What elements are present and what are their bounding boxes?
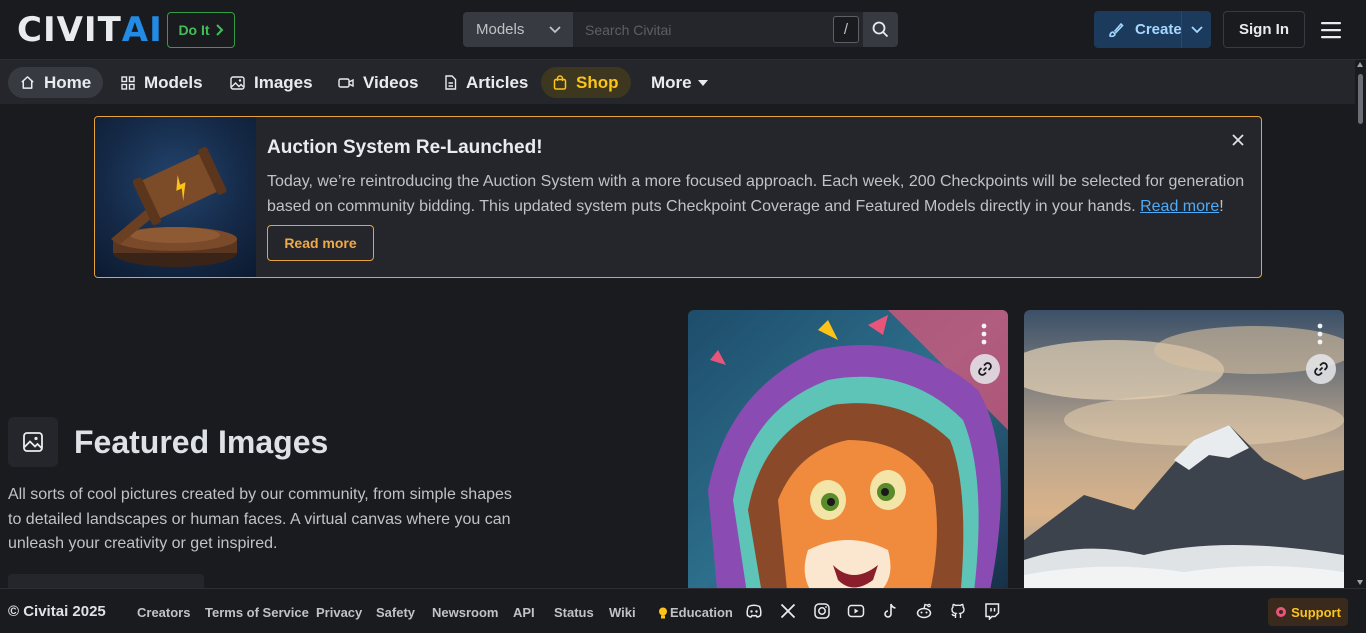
- footer-link-education[interactable]: Education: [658, 605, 733, 620]
- support-button[interactable]: Support: [1268, 598, 1348, 626]
- page-footer: © Civitai 2025 Creators Terms of Service…: [0, 588, 1366, 633]
- grid-icon: [121, 75, 135, 90]
- logo-text-ai: AI: [121, 10, 163, 50]
- nav-shop-label: Shop: [576, 72, 619, 92]
- github-icon[interactable]: [949, 602, 967, 620]
- footer-link-wiki[interactable]: Wiki: [609, 605, 636, 620]
- reddit-icon[interactable]: [915, 602, 933, 620]
- instagram-icon[interactable]: [813, 602, 831, 620]
- chevron-down-icon: [1190, 25, 1203, 33]
- nav-videos[interactable]: Videos: [326, 67, 430, 98]
- footer-link-terms[interactable]: Terms of Service: [205, 605, 309, 620]
- featured-image-card[interactable]: [688, 310, 1008, 600]
- lightbulb-icon: [659, 607, 667, 618]
- twitch-icon[interactable]: [983, 602, 1001, 620]
- youtube-icon[interactable]: [847, 602, 865, 620]
- chevron-right-icon: [215, 24, 223, 36]
- image-icon: [23, 432, 43, 452]
- create-label: Create: [1135, 21, 1182, 38]
- top-header: CIVITAI Do It Models / Create Sign In: [0, 0, 1366, 60]
- card-link-button[interactable]: [1306, 354, 1336, 384]
- x-icon[interactable]: [779, 602, 797, 620]
- civitai-logo[interactable]: CIVIT AI: [17, 10, 163, 50]
- scroll-thumb[interactable]: [1358, 74, 1363, 124]
- footer-link-safety[interactable]: Safety: [376, 605, 415, 620]
- chevron-down-icon: [549, 25, 561, 33]
- anime-cat-image: [688, 310, 1008, 600]
- video-icon: [338, 77, 354, 88]
- footer-link-status[interactable]: Status: [554, 605, 594, 620]
- scroll-down-arrow-icon[interactable]: [1357, 580, 1363, 585]
- search-input[interactable]: [573, 12, 863, 47]
- banner-read-more-link[interactable]: Read more: [1140, 198, 1219, 215]
- create-dropdown-toggle[interactable]: [1181, 11, 1211, 48]
- nav-videos-label: Videos: [363, 72, 419, 92]
- nav-more[interactable]: More: [639, 67, 720, 98]
- card-link-button[interactable]: [970, 354, 1000, 384]
- search-bar: Models /: [463, 12, 898, 47]
- scroll-up-arrow-icon[interactable]: [1357, 62, 1363, 67]
- logo-text-civit: CIVIT: [17, 10, 122, 50]
- footer-link-privacy[interactable]: Privacy: [316, 605, 362, 620]
- do-it-label: Do It: [178, 22, 210, 38]
- search-shortcut-key: /: [833, 16, 859, 43]
- brush-icon: [1109, 22, 1124, 37]
- shopping-bag-icon: [553, 75, 567, 90]
- nav-home[interactable]: Home: [8, 67, 104, 98]
- create-button[interactable]: Create: [1094, 11, 1211, 48]
- footer-education-label: Education: [670, 605, 733, 620]
- nav-home-label: Home: [44, 72, 92, 92]
- banner-title: Auction System Re-Launched!: [267, 137, 543, 158]
- discord-icon[interactable]: [745, 602, 763, 620]
- search-scope-select[interactable]: Models: [463, 12, 573, 47]
- featured-images-description: All sorts of cool pictures created by ou…: [8, 486, 512, 552]
- footer-link-creators[interactable]: Creators: [137, 605, 190, 620]
- do-it-button[interactable]: Do It: [167, 12, 235, 48]
- nav-articles-label: Articles: [466, 72, 529, 92]
- card-menu-dots-icon[interactable]: [976, 322, 992, 346]
- featured-images-title: Featured Images: [74, 424, 329, 460]
- footer-link-newsroom[interactable]: Newsroom: [432, 605, 498, 620]
- search-scope-value: Models: [476, 21, 525, 38]
- banner-text: Today, we’re reintroducing the Auction S…: [267, 169, 1252, 219]
- link-icon: [978, 362, 992, 376]
- featured-image-card[interactable]: [1024, 310, 1344, 600]
- nav-shop[interactable]: Shop: [541, 67, 631, 98]
- nav-images-label: Images: [254, 72, 313, 92]
- card-menu-dots-icon[interactable]: [1312, 322, 1328, 346]
- nav-articles[interactable]: Articles: [432, 67, 540, 98]
- banner-read-more-button[interactable]: Read more: [267, 225, 374, 261]
- close-icon[interactable]: [1228, 130, 1248, 150]
- search-icon: [872, 21, 889, 38]
- footer-link-api[interactable]: API: [513, 605, 535, 620]
- tiktok-icon[interactable]: [881, 602, 899, 620]
- gavel-illustration: [95, 117, 256, 277]
- auction-announcement-banner: Auction System Re-Launched! Today, we’re…: [94, 116, 1262, 278]
- hamburger-menu-icon[interactable]: [1320, 21, 1342, 39]
- nav-more-label: More: [651, 72, 692, 92]
- home-icon: [21, 76, 34, 89]
- page-scrollbar[interactable]: [1355, 60, 1366, 588]
- featured-images-icon-box: [8, 417, 58, 467]
- nav-models[interactable]: Models: [109, 67, 215, 98]
- nav-images[interactable]: Images: [218, 67, 325, 98]
- sign-in-button[interactable]: Sign In: [1223, 11, 1305, 48]
- copyright-text: © Civitai 2025: [8, 603, 106, 620]
- caret-down-icon: [697, 79, 708, 86]
- banner-link-suffix: !: [1219, 198, 1224, 215]
- link-icon: [1314, 362, 1328, 376]
- lifebuoy-icon: [1276, 607, 1287, 617]
- support-label: Support: [1291, 604, 1341, 620]
- banner-body: Today, we’re reintroducing the Auction S…: [267, 173, 1245, 215]
- image-icon: [230, 75, 245, 90]
- article-icon: [445, 75, 457, 90]
- mountain-landscape-image: [1024, 310, 1344, 600]
- search-button[interactable]: [863, 12, 898, 47]
- nav-models-label: Models: [144, 72, 203, 92]
- main-nav: Home Models Images Videos Articles Shop …: [0, 60, 1366, 104]
